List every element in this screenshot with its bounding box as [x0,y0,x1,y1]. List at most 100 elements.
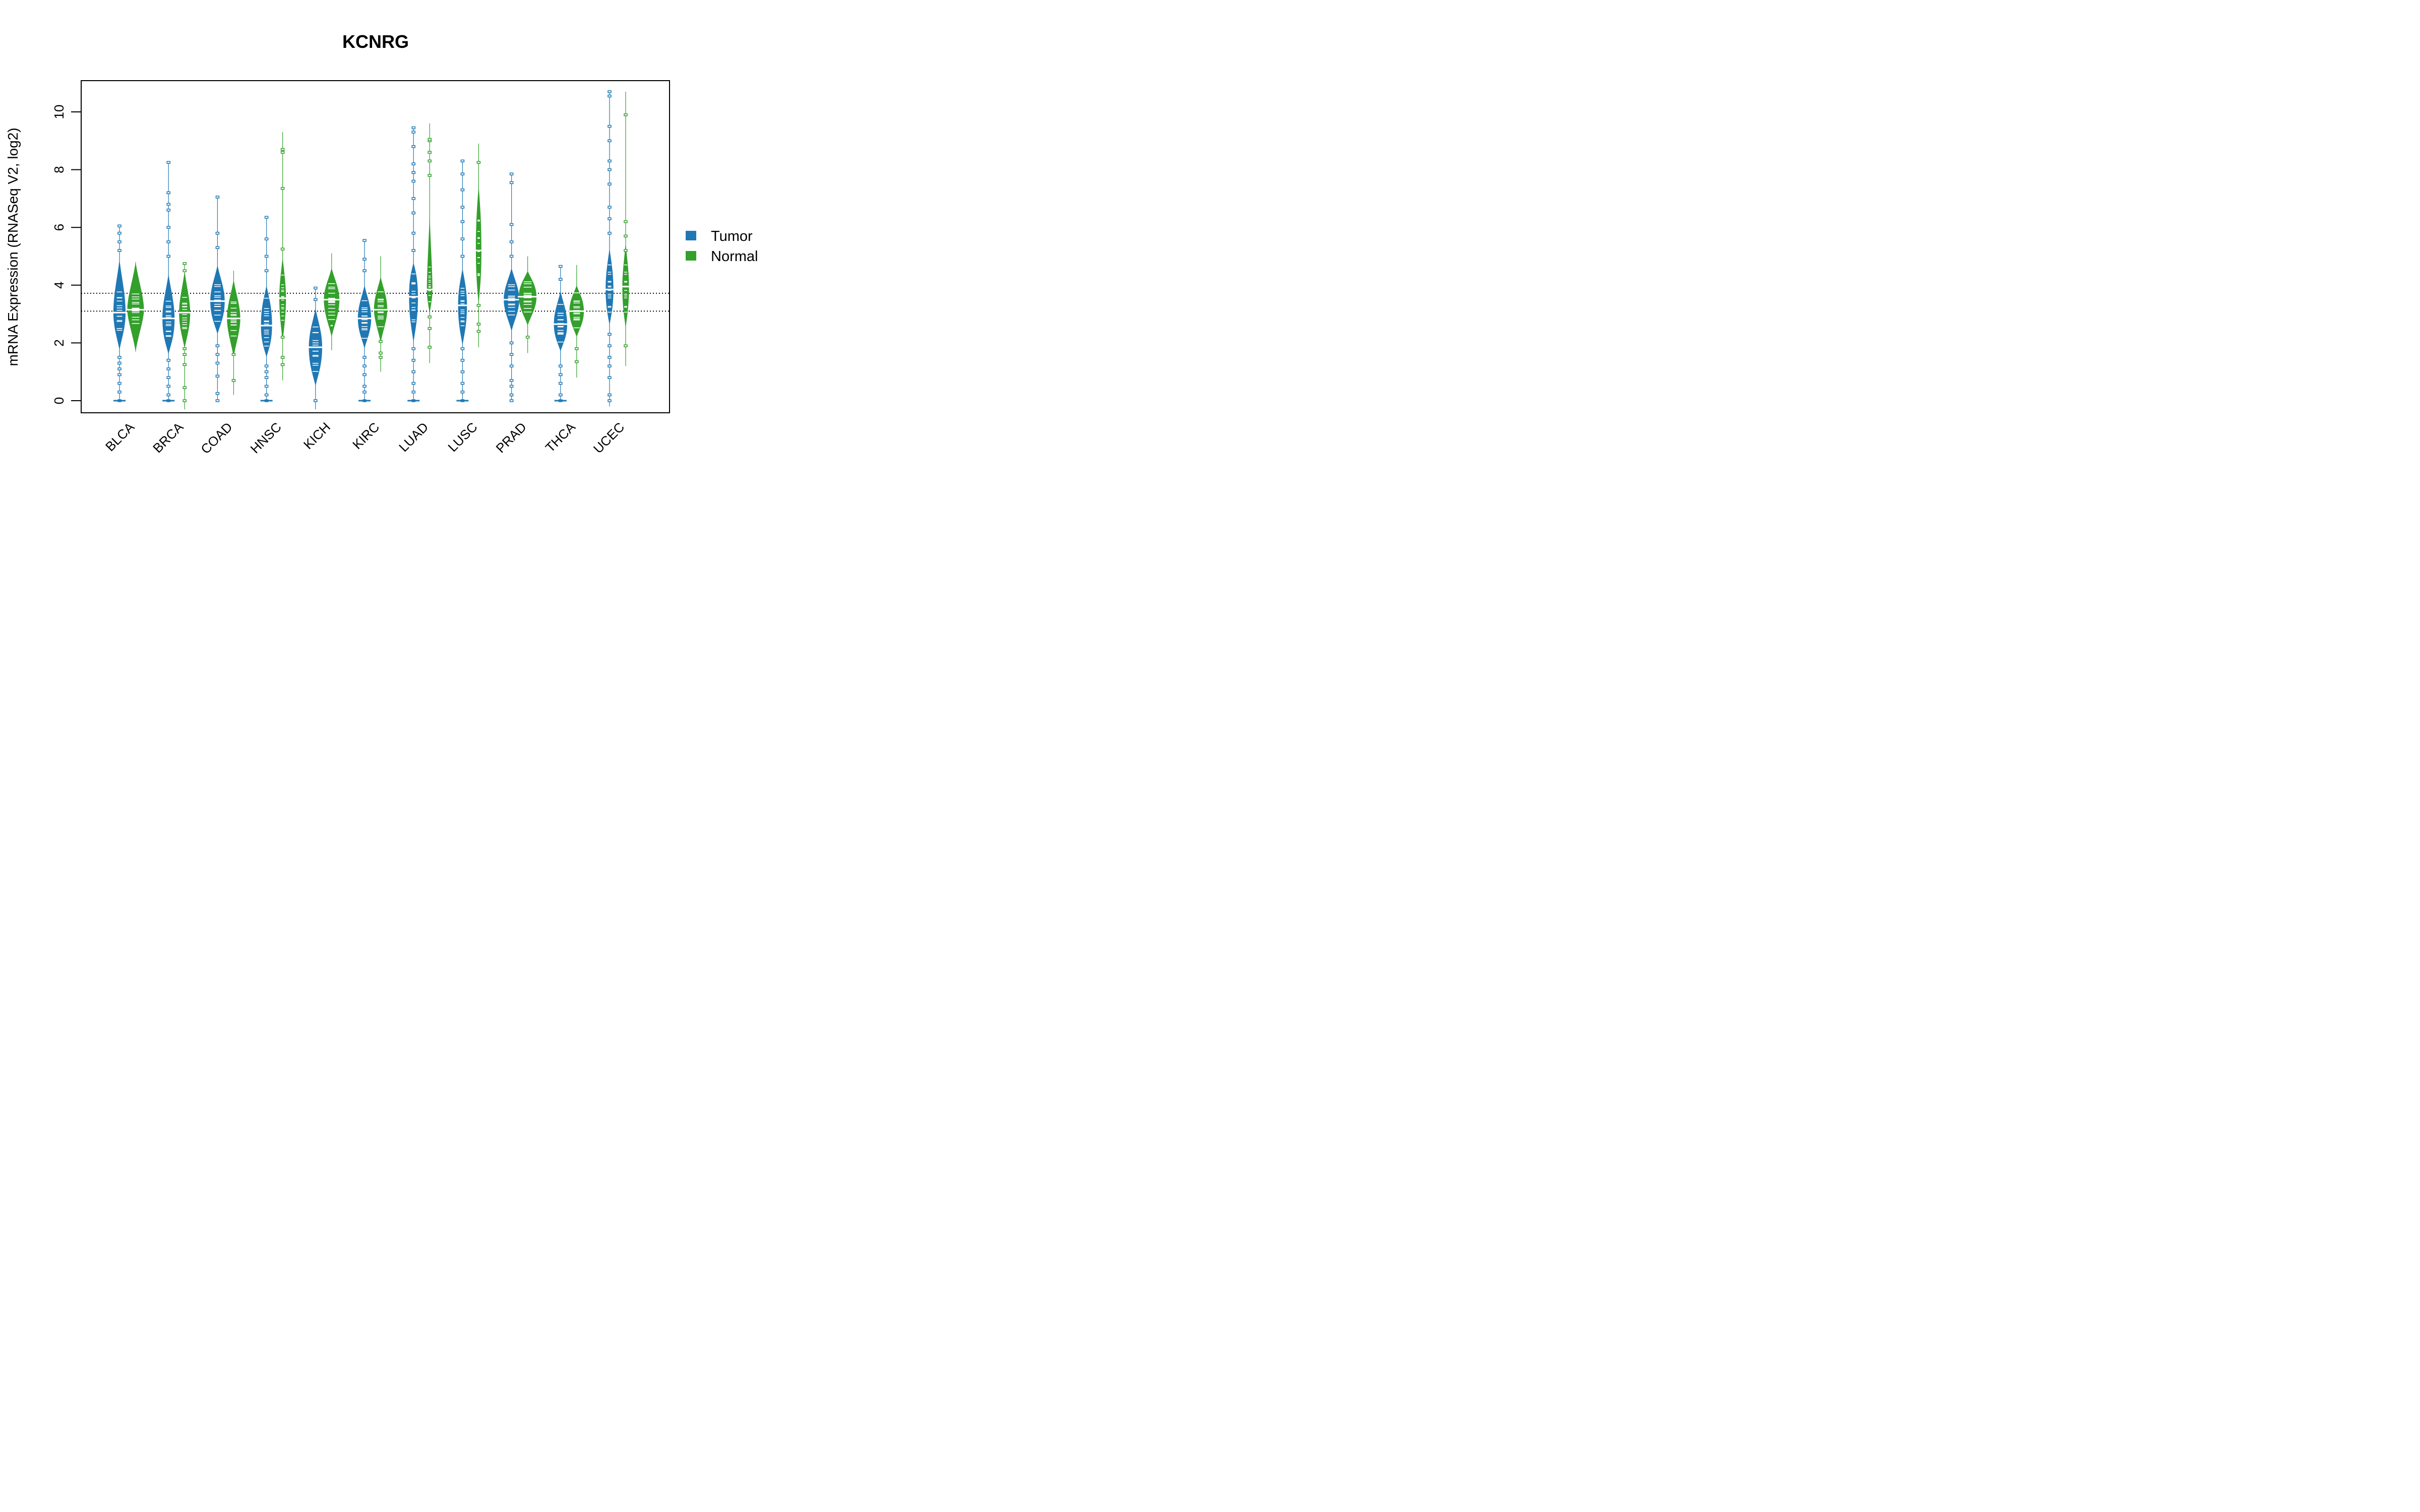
outlier-point [166,161,170,164]
outlier-point [411,391,415,394]
outlier-point [460,206,465,209]
x-tick-label: BLCA [102,419,138,455]
tumor-violin-thca [553,265,568,402]
outlier-point [215,374,220,378]
outlier-point [460,159,465,163]
outlier-point [476,304,481,307]
chart-title: KCNRG [342,31,409,52]
outlier-point [117,240,122,243]
outlier-point [476,330,481,333]
outlier-point [509,353,514,356]
outlier-point [411,126,415,130]
outlier-point [460,391,465,394]
outlier-point [428,151,432,154]
outlier-point [362,373,367,376]
outlier-point [264,216,269,219]
outlier-point [215,399,220,402]
outlier-point [362,356,367,359]
x-tick-label: BRCA [150,419,187,456]
outlier-point [608,356,612,359]
outlier-point [117,356,122,359]
outlier-point [117,373,122,376]
violin-body [210,265,225,335]
outlier-point [608,344,612,347]
outlier-point [559,278,563,281]
outlier-point [166,376,170,379]
outlier-point [411,145,415,148]
outlier-point [215,344,220,347]
outlier-point [264,370,269,373]
outlier-point [559,265,563,268]
outlier-point [428,138,432,141]
outlier-point [379,351,383,355]
outlier-point [428,327,432,330]
outlier-point [608,90,612,93]
tumor-violin-ucec [604,90,615,407]
outlier-point [411,179,415,183]
outlier-point [183,363,187,366]
outlier-point [264,269,269,272]
outlier-point [215,361,220,365]
outlier-point [280,336,285,339]
outlier-point [509,364,514,367]
outlier-point [215,392,220,395]
outlier-point [509,223,514,226]
normal-violin-blca [126,262,145,352]
outlier-point [411,162,415,165]
outlier-point [460,220,465,223]
outlier-point [215,231,220,235]
violin-body [162,273,175,355]
outlier-point [280,363,285,366]
legend-swatch-normal [686,251,696,261]
x-tick-label: LUSC [445,419,480,455]
y-tick-label: 8 [51,166,67,173]
outlier-point [608,124,612,128]
violin-body [127,262,144,352]
y-tick-label: 6 [51,224,67,231]
outlier-point [428,346,432,349]
tumor-violin-coad [209,196,226,402]
outlier-point [460,382,465,385]
tumor-violin-kich [308,286,323,410]
outlier-point [362,269,367,272]
outlier-point [559,382,563,385]
outlier-point [608,206,612,209]
tumor-violin-prad [503,172,520,402]
outlier-point [476,323,481,326]
outlier-point [428,159,432,163]
x-axis: BLCA BRCA COAD HNSC KICH KIRC LUAD LUSC PRAD THCA… [102,419,627,457]
x-tick-label: KICH [300,419,333,452]
outlier-point [117,224,122,228]
outlier-point [183,399,187,402]
outlier-point [362,391,367,394]
outlier-point [460,188,465,192]
outlier-point [411,347,415,350]
outlier-point [183,347,187,350]
outlier-point [428,316,432,319]
outlier-point [411,249,415,252]
x-tick-label: COAD [198,419,235,457]
normal-violin-prad [518,256,538,353]
plot-area [81,90,670,410]
outlier-point [264,393,269,397]
outlier-point [166,367,170,370]
outlier-point [460,172,465,175]
x-tick-label: LUAD [396,419,431,455]
x-tick-label: PRAD [493,419,529,456]
outlier-point [509,399,514,402]
outlier-point [411,382,415,385]
outlier-point [559,373,563,376]
outlier-point [509,181,514,184]
normal-violin-luad [426,123,434,363]
outlier-point [264,237,269,240]
normal-violin-kirc [373,256,389,372]
outlier-point [460,255,465,258]
outlier-point [166,209,170,212]
outlier-point [280,187,285,190]
outlier-point [411,171,415,174]
violin-body [519,271,537,326]
outlier-point [280,356,285,359]
outlier-point [608,231,612,235]
outlier-point [509,240,514,243]
outlier-point [525,336,530,339]
